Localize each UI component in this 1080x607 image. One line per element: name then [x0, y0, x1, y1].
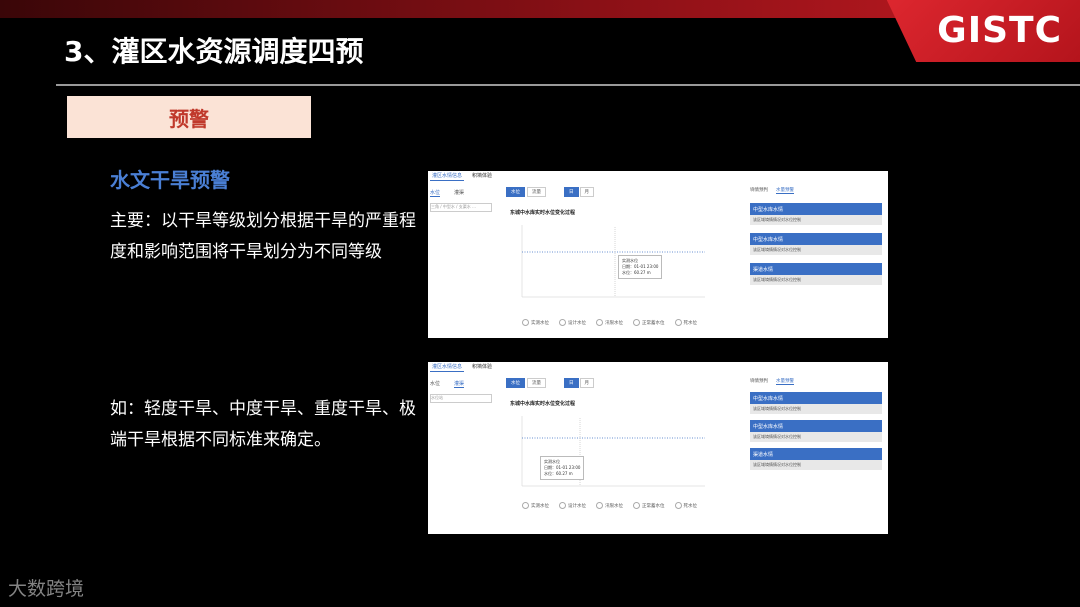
- flow-button[interactable]: 流量: [527, 187, 546, 197]
- card-title: 渠道水情: [750, 263, 882, 275]
- tab-warning[interactable]: 水量预警: [776, 187, 794, 194]
- app-screenshot-2: 灌区水情信息 积墒体验 水位 灌渠 水位站 水位 流量 日 月 东城中水库实时水…: [428, 362, 888, 534]
- station-select[interactable]: 三角 / 中型水 / 支渠水 ...: [430, 203, 492, 212]
- section-badge: 预警: [67, 96, 311, 138]
- tab-forecast[interactable]: 墒情预判: [750, 378, 768, 385]
- chart-tooltip: 实测水位 日期：01-01 23:00 水位：60.27 m: [618, 255, 663, 279]
- right-tabs: 墒情预判 水量预警: [750, 187, 794, 194]
- tooltip-value: 水位：60.27 m: [622, 270, 651, 275]
- card-title: 中型水库水情: [750, 392, 882, 404]
- left-nav: 水位 灌渠: [430, 380, 465, 388]
- legend-flood-limit[interactable]: 汛限水位: [596, 319, 623, 326]
- tab-moisture[interactable]: 积墒体验: [470, 171, 494, 181]
- chart-legend: 实测水位 设计水位 汛限水位 正常蓄水位 死水位: [522, 319, 697, 326]
- legend-design[interactable]: 设计水位: [559, 502, 586, 509]
- chart-title: 东城中水库实时水位变化过程: [510, 210, 576, 216]
- title-divider: [56, 84, 1080, 86]
- day-button[interactable]: 日: [564, 187, 579, 197]
- level-button[interactable]: 水位: [506, 378, 525, 388]
- subhead: 水文干旱预警: [110, 168, 230, 192]
- card-body: 该区域墒情情况对水位控制: [750, 215, 882, 225]
- card-body: 该区域墒情情况对水位控制: [750, 245, 882, 255]
- card-title: 中型水库水情: [750, 203, 882, 215]
- card-body: 该区域墒情情况对水位控制: [750, 460, 882, 470]
- legend-normal[interactable]: 正常蓄水位: [633, 319, 665, 326]
- station-select[interactable]: 水位站: [430, 394, 492, 403]
- chart-tooltip: 实测水位 日期：01-01 23:00 水位：60.27 m: [540, 456, 585, 480]
- card-body: 该区域墒情情况对水位控制: [750, 432, 882, 442]
- month-button[interactable]: 月: [579, 187, 594, 197]
- card-title: 渠道水情: [750, 448, 882, 460]
- warning-card[interactable]: 中型水库水情 该区域墒情情况对水位控制: [750, 392, 882, 414]
- card-title: 中型水库水情: [750, 420, 882, 432]
- paragraph-main: 主要：以干旱等级划分根据干旱的严重程度和影响范围将干旱划分为不同等级: [110, 211, 416, 262]
- month-button[interactable]: 月: [579, 378, 594, 388]
- level-button[interactable]: 水位: [506, 187, 525, 197]
- card-title: 中型水库水情: [750, 233, 882, 245]
- water-level-chart: [521, 416, 705, 487]
- nav-canal[interactable]: 灌渠: [454, 380, 465, 388]
- tab-forecast[interactable]: 墒情预判: [750, 187, 768, 194]
- legend-measured[interactable]: 实测水位: [522, 502, 549, 509]
- card-body: 该区域墒情情况对水位控制: [750, 275, 882, 285]
- metric-toggle: 水位 流量: [506, 187, 546, 197]
- tab-water-info[interactable]: 灌区水情信息: [430, 171, 465, 181]
- legend-measured[interactable]: 实测水位: [522, 319, 549, 326]
- watermark: ​大数跨境: [8, 574, 84, 601]
- legend-design[interactable]: 设计水位: [559, 319, 586, 326]
- period-toggle: 日 月: [564, 187, 594, 197]
- warning-card[interactable]: 渠道水情 该区域墒情情况对水位控制: [750, 263, 882, 285]
- right-tabs: 墒情预判 水量预警: [750, 378, 794, 385]
- top-tabs: 灌区水情信息 积墒体验: [428, 171, 494, 181]
- metric-toggle: 水位 流量: [506, 378, 546, 388]
- warning-card[interactable]: 中型水库水情 该区域墒情情况对水位控制: [750, 203, 882, 225]
- watermark-text: 大数跨境: [8, 578, 85, 600]
- legend-flood-limit[interactable]: 汛限水位: [596, 502, 623, 509]
- chart-legend: 实测水位 设计水位 汛限水位 正常蓄水位 死水位: [522, 502, 697, 509]
- slide-title: 3、灌区水资源调度四预: [64, 35, 364, 68]
- day-button[interactable]: 日: [564, 378, 579, 388]
- left-nav: 水位 灌渠: [430, 189, 464, 197]
- chart-title: 东城中水库实时水位变化过程: [510, 401, 576, 407]
- flow-button[interactable]: 流量: [527, 378, 546, 388]
- period-toggle: 日 月: [564, 378, 594, 388]
- water-level-chart: [521, 225, 705, 298]
- app-screenshot-1: 灌区水情信息 积墒体验 水位 灌渠 三角 / 中型水 / 支渠水 ... 水位 …: [428, 171, 888, 338]
- tab-moisture[interactable]: 积墒体验: [470, 362, 494, 372]
- legend-normal[interactable]: 正常蓄水位: [633, 502, 665, 509]
- top-tabs: 灌区水情信息 积墒体验: [428, 362, 494, 372]
- warning-card[interactable]: 中型水库水情 该区域墒情情况对水位控制: [750, 420, 882, 442]
- nav-water-level[interactable]: 水位: [430, 189, 441, 197]
- paragraph-example: 如：轻度干旱、中度干旱、重度干旱、极端干旱根据不同标准来确定。: [110, 399, 416, 450]
- card-body: 该区域墒情情况对水位控制: [750, 404, 882, 414]
- nav-water-level[interactable]: 水位: [430, 380, 440, 388]
- nav-canal[interactable]: 灌渠: [454, 189, 464, 197]
- warning-card[interactable]: 中型水库水情 该区域墒情情况对水位控制: [750, 233, 882, 255]
- gistc-logo: GISTC: [937, 10, 1062, 51]
- tab-water-info[interactable]: 灌区水情信息: [430, 362, 465, 372]
- warning-card[interactable]: 渠道水情 该区域墒情情况对水位控制: [750, 448, 882, 470]
- legend-dead[interactable]: 死水位: [675, 502, 698, 509]
- tooltip-value: 水位：60.27 m: [544, 471, 573, 476]
- legend-dead[interactable]: 死水位: [675, 319, 698, 326]
- tab-warning[interactable]: 水量预警: [776, 378, 794, 385]
